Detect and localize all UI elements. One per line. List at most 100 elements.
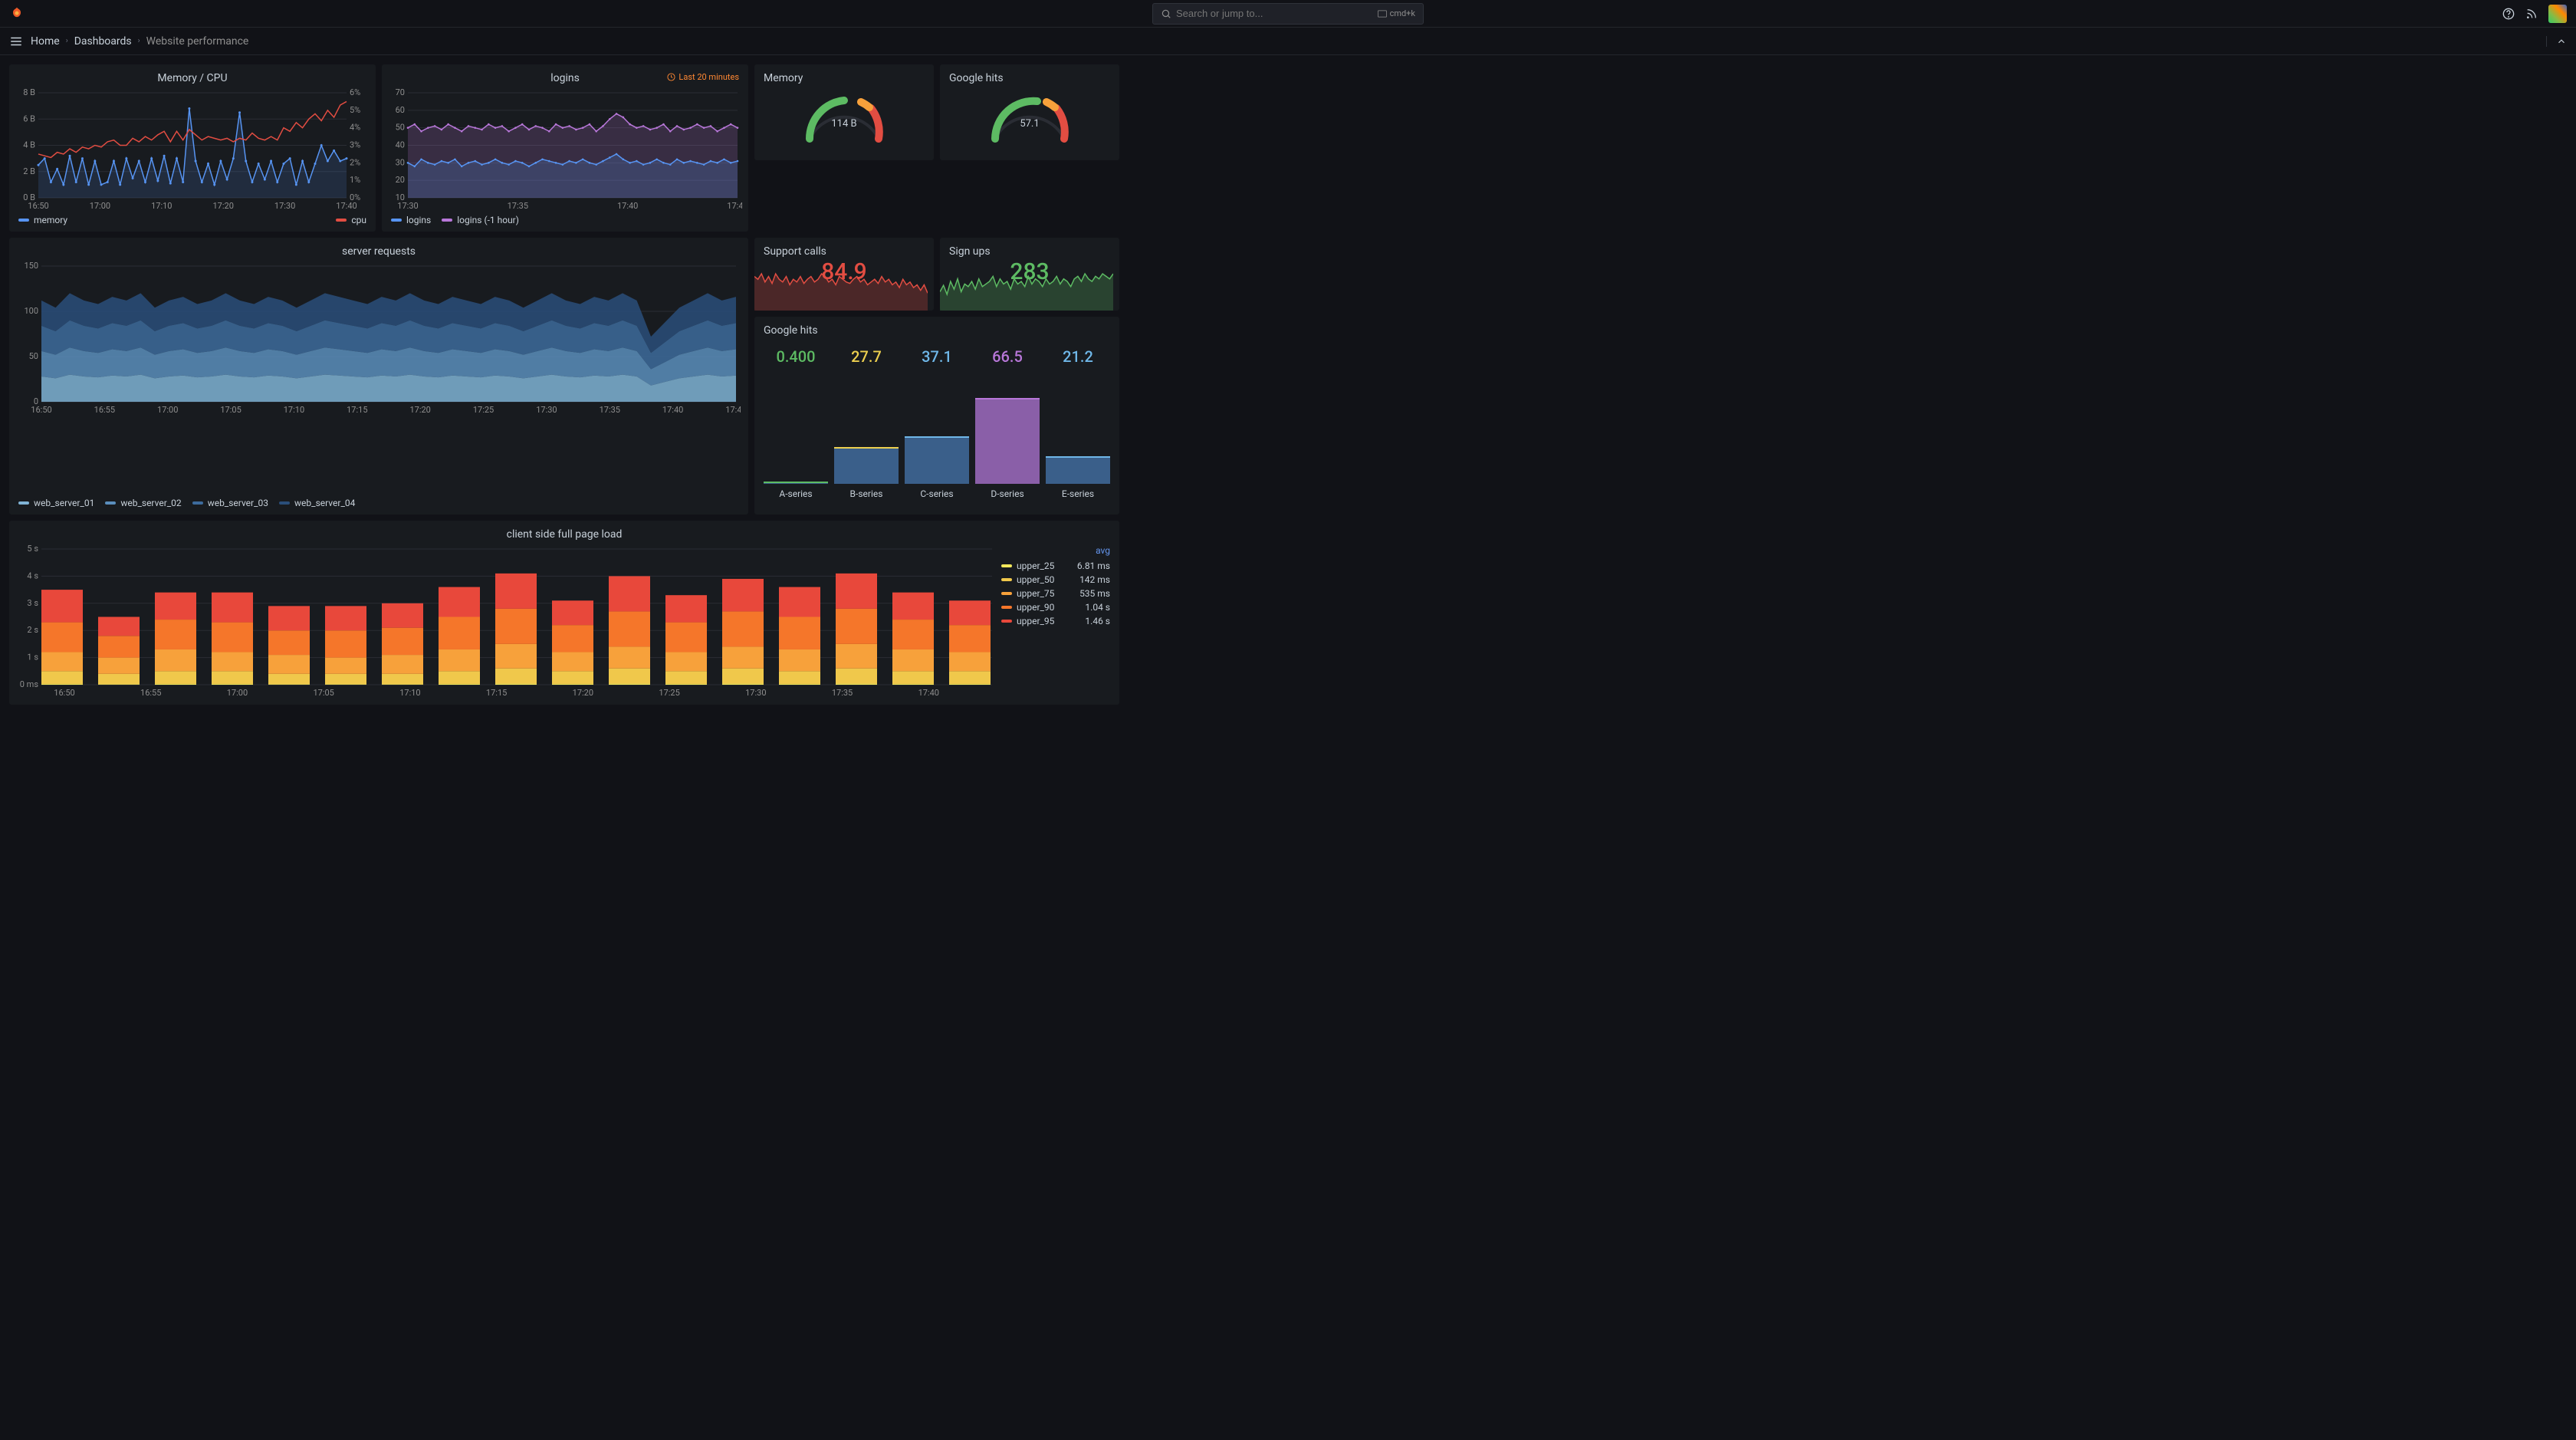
chart-server-requests: 05010015016:5016:5517:0017:0517:1017:151…: [15, 262, 742, 495]
svg-text:17:30: 17:30: [536, 405, 557, 415]
breadcrumb: Home › Dashboards › Website performance: [31, 35, 248, 48]
keyboard-icon: [1378, 10, 1387, 18]
svg-text:17:30: 17:30: [745, 688, 766, 698]
panel-title: client side full page load: [15, 525, 1113, 545]
svg-text:17:40: 17:40: [918, 688, 939, 698]
menu-toggle-icon[interactable]: [9, 35, 23, 48]
legend-item[interactable]: logins: [391, 215, 431, 225]
legend-item[interactable]: logins (-1 hour): [442, 215, 519, 225]
bar-column: B-series: [834, 447, 899, 499]
svg-text:17:10: 17:10: [399, 688, 420, 698]
svg-text:100: 100: [24, 306, 38, 316]
svg-text:17:00: 17:00: [90, 201, 110, 211]
chart-logins: 1020304050607017:3017:3517:4017:45: [388, 89, 742, 212]
legend-header: avg: [998, 545, 1113, 559]
legend-item[interactable]: upper_901.04 s: [998, 600, 1113, 614]
svg-text:17:35: 17:35: [832, 688, 853, 698]
legend-item[interactable]: memory: [18, 215, 67, 225]
chevron-right-icon: ›: [66, 37, 68, 45]
svg-text:16:50: 16:50: [31, 405, 51, 415]
svg-text:17:00: 17:00: [157, 405, 178, 415]
breadcrumb-dashboards[interactable]: Dashboards: [74, 35, 132, 48]
rss-icon[interactable]: [2525, 8, 2538, 20]
legend: memory cpu: [15, 212, 370, 225]
bar-label: D-series: [991, 484, 1024, 499]
search-icon: [1161, 8, 1171, 19]
panel-logins[interactable]: logins Last 20 minutes 1020304050607017:…: [382, 64, 748, 232]
svg-text:2 B: 2 B: [23, 166, 35, 176]
bar-value: 66.5: [972, 347, 1043, 366]
legend-item[interactable]: upper_951.46 s: [998, 614, 1113, 628]
svg-text:8 B: 8 B: [23, 89, 35, 97]
legend-item[interactable]: upper_256.81 ms: [998, 559, 1113, 573]
svg-text:1%: 1%: [350, 175, 360, 185]
legend: web_server_01 web_server_02 web_server_0…: [15, 495, 742, 508]
panel-memory-cpu[interactable]: Memory / CPU 0 B2 B4 B6 B8 B0%1%2%3%4%5%…: [9, 64, 376, 232]
collapse-icon[interactable]: [2546, 36, 2567, 47]
bar-value: 37.1: [902, 347, 972, 366]
bar-label: A-series: [779, 484, 812, 499]
panel-server-requests[interactable]: server requests 05010015016:5016:5517:00…: [9, 238, 748, 515]
svg-text:17:40: 17:40: [617, 201, 638, 211]
legend-item[interactable]: upper_75535 ms: [998, 587, 1113, 600]
dashboard-grid: Memory / CPU 0 B2 B4 B6 B8 B0%1%2%3%4%5%…: [0, 55, 2576, 714]
svg-text:5 s: 5 s: [27, 545, 38, 554]
panel-memory-gauge[interactable]: Memory 114 B: [754, 64, 934, 160]
panel-title: Google hits: [761, 321, 1113, 341]
bar-column: A-series: [764, 482, 828, 499]
svg-text:17:25: 17:25: [473, 405, 494, 415]
svg-text:70: 70: [396, 89, 405, 97]
panel-google-gauge[interactable]: Google hits 57.1: [940, 64, 1119, 160]
help-icon[interactable]: [2502, 8, 2515, 20]
legend-item[interactable]: cpu: [336, 215, 366, 225]
legend-item[interactable]: upper_50142 ms: [998, 573, 1113, 587]
stat-value: 84.9: [821, 258, 867, 285]
svg-text:50: 50: [29, 351, 38, 361]
shortcut-text: cmd+k: [1390, 8, 1415, 18]
panel-title: server requests: [15, 242, 742, 262]
gauge: 57.1: [946, 89, 1113, 130]
bar-label: B-series: [850, 484, 883, 499]
svg-text:2 s: 2 s: [27, 625, 38, 635]
legend-item[interactable]: web_server_02: [105, 498, 181, 508]
panel-page-load[interactable]: client side full page load 0 ms1 s2 s3 s…: [9, 521, 1119, 705]
bar-values: 0.40027.737.166.521.2: [761, 341, 1113, 369]
legend-item[interactable]: web_server_01: [18, 498, 94, 508]
svg-text:17:45: 17:45: [727, 201, 742, 211]
legend-item[interactable]: web_server_04: [279, 498, 355, 508]
legend-item[interactable]: web_server_03: [192, 498, 268, 508]
grafana-logo-icon[interactable]: [9, 6, 25, 21]
svg-text:17:15: 17:15: [486, 688, 507, 698]
bars: A-series B-series C-series D-series E-series: [761, 369, 1113, 499]
svg-text:17:20: 17:20: [573, 688, 593, 698]
svg-text:17:05: 17:05: [220, 405, 241, 415]
keyboard-shortcut: cmd+k: [1378, 8, 1415, 18]
bar-value: 0.400: [761, 347, 831, 366]
svg-text:50: 50: [396, 123, 405, 133]
svg-text:17:15: 17:15: [347, 405, 367, 415]
bar-column: C-series: [905, 436, 969, 499]
svg-text:16:55: 16:55: [140, 688, 161, 698]
svg-text:60: 60: [396, 105, 405, 115]
search-box[interactable]: cmd+k: [1152, 3, 1424, 25]
svg-text:4%: 4%: [350, 123, 360, 133]
svg-text:17:45: 17:45: [725, 405, 741, 415]
panel-support-calls[interactable]: Support calls 84.9: [754, 238, 934, 311]
svg-text:17:40: 17:40: [662, 405, 683, 415]
chart-page-load: 0 ms1 s2 s3 s4 s5 s16:5016:5517:0017:051…: [15, 545, 1113, 699]
svg-text:1 s: 1 s: [27, 653, 38, 662]
svg-text:17:10: 17:10: [151, 201, 172, 211]
search-input[interactable]: [1176, 8, 1378, 19]
svg-text:3 s: 3 s: [27, 598, 38, 608]
panel-title: logins Last 20 minutes: [388, 69, 742, 89]
panel-sign-ups[interactable]: Sign ups 283: [940, 238, 1119, 311]
breadcrumb-home[interactable]: Home: [31, 35, 60, 48]
svg-text:17:05: 17:05: [313, 688, 334, 698]
svg-text:17:20: 17:20: [409, 405, 430, 415]
bar-column: E-series: [1046, 456, 1110, 499]
svg-text:5%: 5%: [350, 105, 360, 115]
panel-google-hits-bars[interactable]: Google hits 0.40027.737.166.521.2 A-seri…: [754, 317, 1119, 515]
time-range-badge[interactable]: Last 20 minutes: [667, 72, 739, 82]
svg-text:16:55: 16:55: [94, 405, 115, 415]
user-avatar[interactable]: [2548, 5, 2567, 23]
